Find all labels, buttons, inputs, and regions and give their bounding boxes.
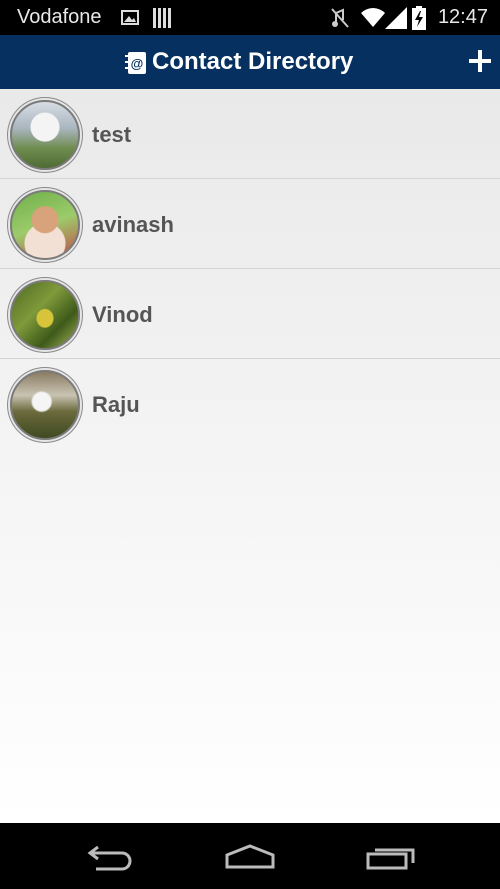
app-bar: @ Contact Directory [0,35,500,89]
address-book-icon: @ [125,51,147,80]
plus-icon[interactable] [468,49,492,73]
contact-row-raju[interactable]: Raju [0,359,500,448]
wifi-icon [360,6,386,33]
carrier-name: Vodafone [17,6,102,28]
home-icon[interactable] [224,843,276,869]
contact-avatar [10,190,80,260]
contact-name: avinash [92,212,174,237]
clock: 12:47 [437,6,488,28]
contact-avatar [10,280,80,350]
contact-row-avinash[interactable]: avinash [0,179,500,269]
contact-avatar [10,370,80,440]
signal-icon [385,7,407,34]
image-icon [121,10,139,30]
contact-name: Raju [92,392,140,417]
contact-row-vinod[interactable]: Vinod [0,269,500,359]
contact-row-test[interactable]: test [0,89,500,179]
contact-avatar [10,100,80,170]
recent-apps-button[interactable] [366,844,416,875]
barcode-icon [153,8,171,33]
home-button[interactable] [224,843,276,874]
app-title: Contact Directory [152,48,354,75]
add-contact-button[interactable] [468,49,492,78]
contact-name: test [92,122,132,147]
back-icon[interactable] [86,841,136,871]
contact-name: Vinod [92,302,153,327]
back-button[interactable] [86,841,136,876]
battery-charging-icon [412,6,426,35]
status-bar: Vodafone 12:47 [0,0,500,35]
mute-icon [330,7,350,34]
svg-text:@: @ [131,56,144,71]
navigation-bar [0,823,500,889]
contact-list: test avinash Vinod Raju [0,89,500,823]
recent-apps-icon[interactable] [366,844,416,870]
